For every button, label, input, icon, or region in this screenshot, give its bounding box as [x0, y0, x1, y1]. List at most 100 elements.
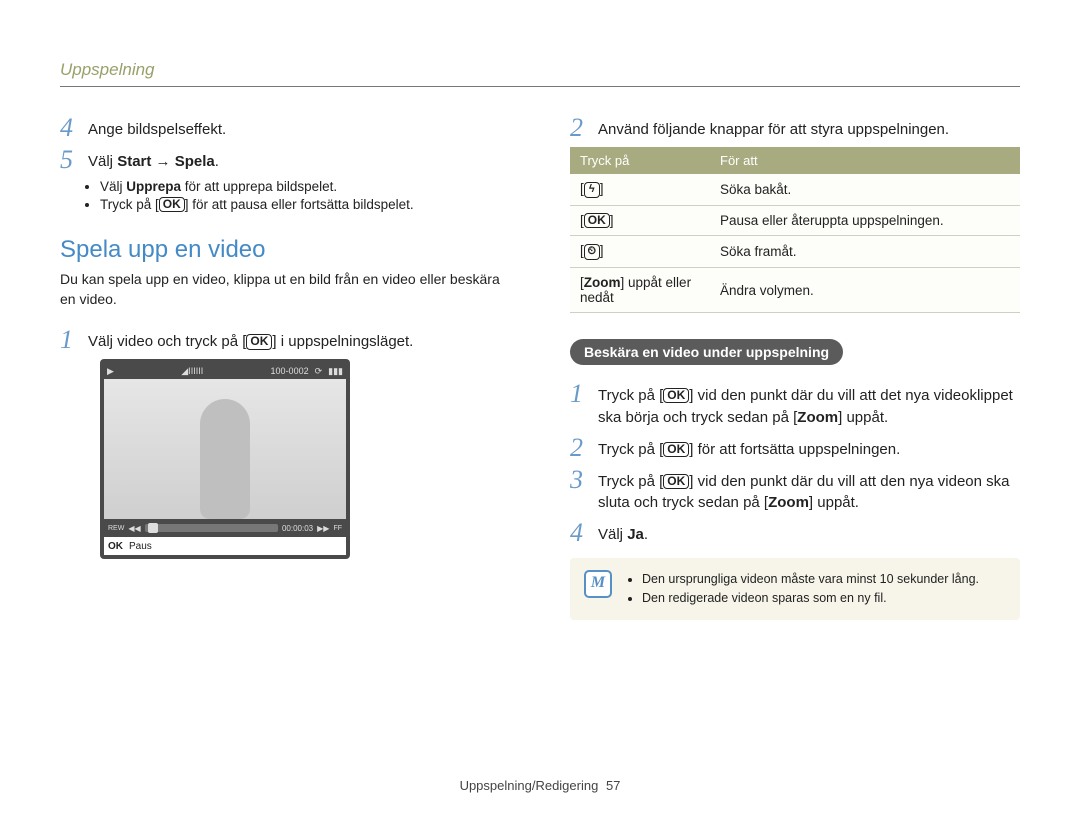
bold: Zoom: [584, 275, 621, 290]
section-title: Spela upp en video: [60, 236, 510, 264]
table-row: [Zoom] uppåt eller nedåt Ändra volymen.: [570, 268, 1020, 313]
step-body: Tryck på [OK] vid den punkt där du vill …: [598, 467, 1020, 515]
table-row: [OK] Pausa eller återuppta uppspelningen…: [570, 206, 1020, 236]
note-box: M Den ursprungliga videon måste vara min…: [570, 558, 1020, 620]
step-body: Ange bildspelseffekt.: [88, 115, 226, 141]
key-cell: [OK]: [570, 206, 710, 236]
section-intro: Du kan spela upp en video, klippa ut en …: [60, 270, 510, 309]
action-cell: Söka framåt.: [710, 236, 1020, 268]
step-body: Välj Start → Spela.: [88, 147, 219, 173]
right-column: 2 Använd följande knappar för att styra …: [570, 115, 1020, 620]
bold: Ja: [627, 526, 644, 543]
battery-icon: ▮▮▮: [328, 366, 343, 377]
paus-label: Paus: [129, 541, 152, 552]
bold: Start: [117, 153, 151, 170]
text: ] i uppspelningsläget.: [272, 333, 413, 350]
header-divider: [60, 86, 1020, 87]
note-item: Den ursprungliga videon måste vara minst…: [642, 570, 979, 589]
volume-indicator-icon: ◢IIIIII: [114, 366, 271, 377]
step-body: Välj Ja.: [598, 520, 648, 546]
text: ] för att pausa eller fortsätta bildspel…: [185, 197, 414, 212]
text: Välj: [100, 179, 126, 194]
rew-label: REW: [108, 525, 124, 532]
table-header: För att: [710, 147, 1020, 174]
action-cell: Söka bakåt.: [710, 174, 1020, 206]
step-body: Välj video och tryck på [OK] i uppspelni…: [88, 327, 413, 353]
person-silhouette: [200, 399, 250, 519]
note-icon: M: [584, 570, 612, 598]
timestamp: 00:00:03: [282, 524, 313, 533]
key-cell: [⏲]: [570, 236, 710, 268]
progress-handle: [148, 523, 158, 533]
step-number: 1: [60, 327, 88, 353]
text: ] uppåt.: [809, 494, 859, 511]
trim-step-2: 2 Tryck på [OK] för att fortsätta uppspe…: [570, 435, 1020, 461]
timer-icon: ⏲: [584, 244, 600, 260]
counter: 100-0002: [271, 366, 309, 376]
ok-icon: OK: [159, 197, 185, 212]
camera-screenshot: ▶ ◢IIIIII 100-0002 ⟳ ▮▮▮ REW ◀◀: [100, 359, 350, 559]
step-4: 4 Ange bildspelseffekt.: [60, 115, 510, 141]
text: .: [644, 526, 648, 543]
orientation-icon: ⟳: [315, 366, 323, 377]
text: Tryck på [: [100, 197, 159, 212]
trim-step-4: 4 Välj Ja.: [570, 520, 1020, 546]
bullet: Välj Upprepa för att upprepa bildspelet.: [100, 179, 510, 194]
progress-track: [145, 524, 278, 532]
text: Välj: [88, 153, 117, 170]
action-cell: Ändra volymen.: [710, 268, 1020, 313]
text: Välj: [598, 526, 627, 543]
note-item: Den redigerade videon sparas som en ny f…: [642, 589, 979, 608]
step-number: 4: [570, 520, 598, 546]
step-5: 5 Välj Start → Spela.: [60, 147, 510, 173]
step-number: 2: [570, 115, 598, 141]
text: Tryck på [: [598, 387, 663, 404]
ok-icon: OK: [584, 213, 610, 228]
table-row: [⏲] Söka framåt.: [570, 236, 1020, 268]
table-header: Tryck på: [570, 147, 710, 174]
step-2-controls: 2 Använd följande knappar för att styra …: [570, 115, 1020, 141]
text: Tryck på [: [598, 441, 663, 458]
text: Tryck på [: [598, 473, 663, 490]
step-number: 1: [570, 381, 598, 407]
ok-icon: OK: [663, 442, 689, 457]
ok-icon: OK: [246, 334, 272, 349]
screenshot-top-bar: ▶ ◢IIIIII 100-0002 ⟳ ▮▮▮: [104, 363, 346, 379]
ff-label: FF: [333, 525, 342, 532]
ok-label: OK: [108, 541, 123, 552]
action-cell: Pausa eller återuppta uppspelningen.: [710, 206, 1020, 236]
page-footer: Uppspelning/Redigering 57: [0, 778, 1080, 793]
step-body: Tryck på [OK] för att fortsätta uppspeln…: [598, 435, 900, 461]
bold: Zoom: [797, 409, 838, 426]
text: Välj video och tryck på [: [88, 333, 246, 350]
bold: Zoom: [768, 494, 809, 511]
subsection-pill: Beskära en video under uppspelning: [570, 339, 843, 365]
note-bullets: Den ursprungliga videon måste vara minst…: [626, 570, 979, 608]
two-column-layout: 4 Ange bildspelseffekt. 5 Välj Start → S…: [60, 115, 1020, 620]
key-cell: [ϟ]: [570, 174, 710, 206]
text: ] för att fortsätta uppspelningen.: [689, 441, 900, 458]
text: →: [151, 153, 174, 170]
step-body: Använd följande knappar för att styra up…: [598, 115, 949, 141]
screenshot-progress: REW ◀◀ 00:00:03 ▶▶ FF: [104, 519, 346, 537]
trim-step-1: 1 Tryck på [OK] vid den punkt där du vil…: [570, 381, 1020, 429]
manual-page: Uppspelning 4 Ange bildspelseffekt. 5 Vä…: [0, 0, 1080, 815]
bold: Spela: [175, 153, 215, 170]
text: för att upprepa bildspelet.: [181, 179, 337, 194]
running-header: Uppspelning: [60, 60, 1020, 80]
bold: Upprepa: [126, 179, 181, 194]
step-1-play: 1 Välj video och tryck på [OK] i uppspel…: [60, 327, 510, 353]
text: ] uppåt.: [838, 409, 888, 426]
controls-table: Tryck på För att [ϟ] Söka bakåt. [OK] Pa…: [570, 147, 1020, 313]
footer-label: Uppspelning/Redigering: [460, 778, 599, 793]
text: .: [215, 153, 219, 170]
sub-bullets: Välj Upprepa för att upprepa bildspelet.…: [100, 179, 510, 212]
step-number: 5: [60, 147, 88, 173]
trim-step-3: 3 Tryck på [OK] vid den punkt där du vil…: [570, 467, 1020, 515]
ff-icon: ▶▶: [317, 524, 329, 533]
step-number: 4: [60, 115, 88, 141]
screenshot-footer: OK Paus: [104, 537, 346, 555]
ok-icon: OK: [663, 474, 689, 489]
page-number: 57: [606, 778, 620, 793]
flash-icon: ϟ: [584, 182, 600, 198]
